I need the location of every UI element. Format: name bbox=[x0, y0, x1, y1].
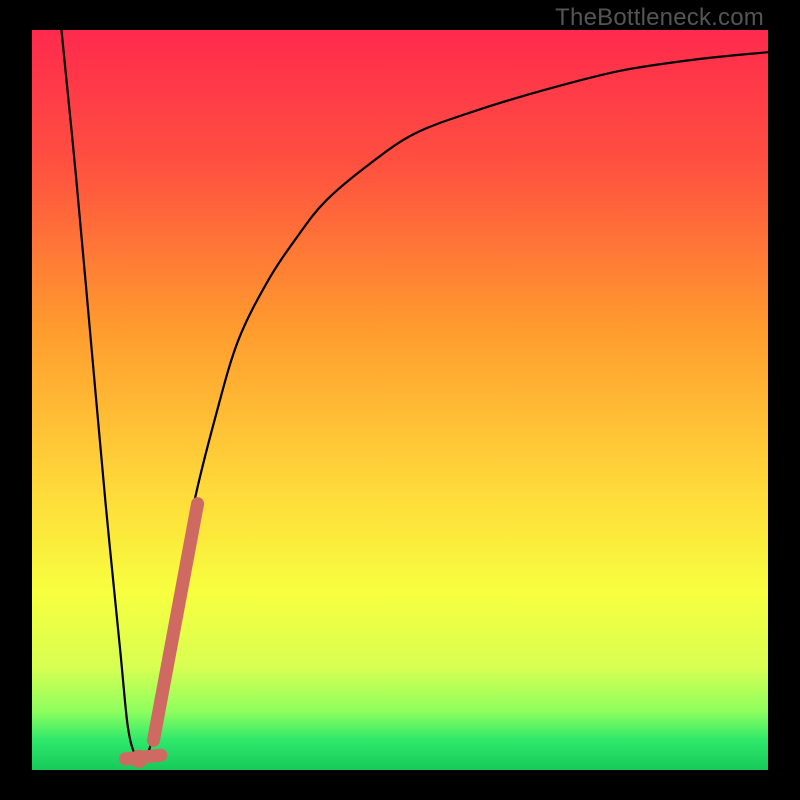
plot-area bbox=[32, 30, 768, 770]
chart-svg bbox=[32, 30, 768, 770]
optimal-point-dot bbox=[130, 750, 148, 768]
chart-frame: TheBottleneck.com bbox=[0, 0, 800, 800]
watermark-text: TheBottleneck.com bbox=[555, 4, 764, 32]
